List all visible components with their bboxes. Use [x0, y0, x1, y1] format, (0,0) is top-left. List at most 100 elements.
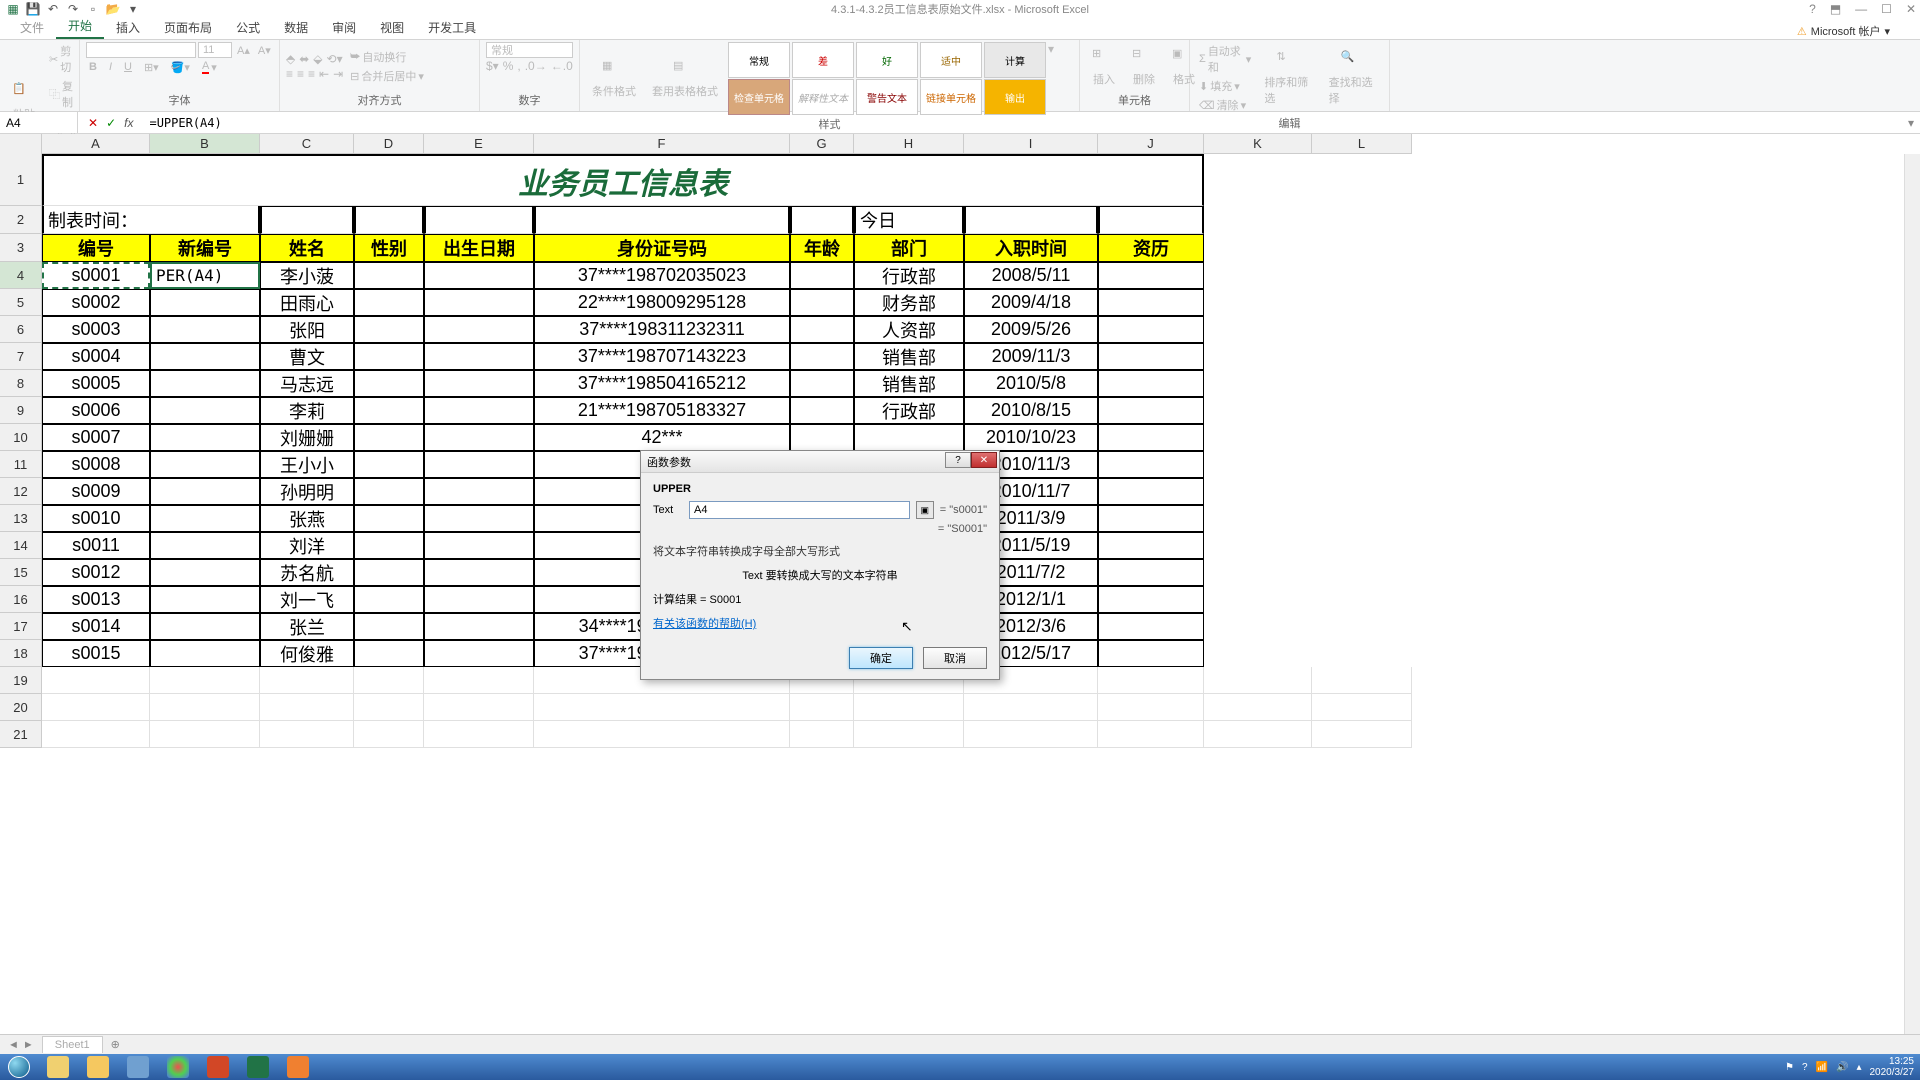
cell[interactable]: 李小菠 [260, 262, 354, 289]
cell[interactable]: 资历 [1098, 234, 1204, 262]
cell[interactable]: 2010/10/23 [964, 424, 1098, 451]
cancel-button[interactable]: 取消 [923, 647, 987, 669]
cell[interactable]: 销售部 [854, 370, 964, 397]
col-header-K[interactable]: K [1204, 134, 1312, 153]
cell[interactable] [260, 694, 354, 721]
taskbar-excel[interactable] [238, 1054, 278, 1080]
cell[interactable] [790, 370, 854, 397]
save-icon[interactable]: 💾 [24, 1, 42, 17]
cell[interactable] [424, 343, 534, 370]
cell[interactable]: 2009/4/18 [964, 289, 1098, 316]
style-normal[interactable]: 常规 [728, 42, 790, 78]
expand-formula-bar-icon[interactable]: ▾ [1902, 116, 1920, 130]
tab-file[interactable]: 文件 [8, 16, 56, 39]
cell[interactable] [424, 370, 534, 397]
cell[interactable] [1098, 613, 1204, 640]
dialog-titlebar[interactable]: 函数参数 ? ✕ [641, 451, 999, 473]
tray-more-icon[interactable]: ▴ [1856, 1062, 1861, 1073]
cell[interactable] [260, 206, 354, 234]
cell[interactable]: 年龄 [790, 234, 854, 262]
cell[interactable] [354, 640, 424, 667]
cell[interactable] [150, 721, 260, 748]
col-header-I[interactable]: I [964, 134, 1098, 153]
cell[interactable]: PER(A4) [150, 262, 260, 289]
cell[interactable]: 今日 [854, 206, 964, 234]
fill-button[interactable]: ⬇ 填充▾ [1196, 77, 1254, 95]
number-format-select[interactable] [486, 42, 573, 58]
cell[interactable] [1098, 289, 1204, 316]
collapse-dialog-icon[interactable]: ▣ [916, 501, 934, 519]
cell[interactable]: 入职时间 [964, 234, 1098, 262]
cell[interactable] [42, 721, 150, 748]
cell[interactable]: 曹文 [260, 343, 354, 370]
system-tray[interactable]: ⚑ ? 📶 🔊 ▴ 13:25 2020/3/27 [1785, 1056, 1914, 1078]
taskbar-app1[interactable] [118, 1054, 158, 1080]
cell[interactable]: 部门 [854, 234, 964, 262]
cell[interactable] [150, 451, 260, 478]
param-text-input[interactable] [689, 501, 910, 519]
cell[interactable] [354, 370, 424, 397]
cell[interactable] [790, 343, 854, 370]
cell[interactable] [354, 505, 424, 532]
cell[interactable] [354, 532, 424, 559]
col-header-H[interactable]: H [854, 134, 964, 153]
cell[interactable] [1098, 721, 1204, 748]
cell[interactable]: 出生日期 [424, 234, 534, 262]
cell[interactable]: s0006 [42, 397, 150, 424]
cell[interactable]: s0012 [42, 559, 150, 586]
ok-button[interactable]: 确定 [849, 647, 913, 669]
cell[interactable] [354, 343, 424, 370]
cell[interactable] [260, 667, 354, 694]
tab-layout[interactable]: 页面布局 [152, 16, 224, 39]
cell[interactable] [854, 694, 964, 721]
style-calc[interactable]: 计算 [984, 42, 1046, 78]
italic-button[interactable]: I [106, 59, 115, 75]
row-header-2[interactable]: 2 [0, 206, 42, 234]
row-header-21[interactable]: 21 [0, 721, 42, 748]
cut-button[interactable]: ✂剪切 [46, 42, 79, 76]
tab-developer[interactable]: 开发工具 [416, 16, 488, 39]
cell[interactable]: 42*** [534, 424, 790, 451]
dialog-close-button[interactable]: ✕ [971, 452, 997, 468]
cell[interactable] [1312, 694, 1412, 721]
row-header-6[interactable]: 6 [0, 316, 42, 343]
cell[interactable]: s0014 [42, 613, 150, 640]
cell[interactable] [150, 370, 260, 397]
cell[interactable]: s0008 [42, 451, 150, 478]
dialog-help-button[interactable]: ? [945, 452, 971, 468]
taskbar-folder[interactable] [78, 1054, 118, 1080]
close-icon[interactable]: ✕ [1906, 2, 1916, 16]
align-top-icon[interactable]: ⬘ [286, 52, 295, 66]
fill-color-button[interactable]: 🪣▾ [168, 59, 193, 75]
cell[interactable] [42, 694, 150, 721]
align-mid-icon[interactable]: ⬌ [299, 52, 309, 66]
cell[interactable]: s0013 [42, 586, 150, 613]
cell[interactable]: s0015 [42, 640, 150, 667]
row-header-19[interactable]: 19 [0, 667, 42, 694]
cell[interactable] [1098, 397, 1204, 424]
wrap-text-button[interactable]: ⮩ 自动换行 [347, 48, 427, 66]
cell[interactable] [534, 694, 790, 721]
currency-icon[interactable]: $▾ [486, 59, 499, 73]
cell[interactable] [354, 694, 424, 721]
cell[interactable]: 财务部 [854, 289, 964, 316]
cell[interactable] [1098, 694, 1204, 721]
cell[interactable] [424, 505, 534, 532]
font-name-select[interactable] [86, 42, 196, 58]
row-header-5[interactable]: 5 [0, 289, 42, 316]
row-header-10[interactable]: 10 [0, 424, 42, 451]
comma-icon[interactable]: , [517, 59, 520, 73]
vertical-scrollbar[interactable] [1904, 154, 1920, 1034]
taskbar-powerpoint[interactable] [198, 1054, 238, 1080]
col-header-L[interactable]: L [1312, 134, 1412, 153]
cell[interactable]: 制表时间： [42, 206, 260, 234]
cell[interactable] [424, 559, 534, 586]
style-explain[interactable]: 解释性文本 [792, 79, 854, 115]
tray-flag-icon[interactable]: ⚑ [1785, 1062, 1794, 1073]
cell[interactable] [424, 694, 534, 721]
cell[interactable] [354, 451, 424, 478]
tab-view[interactable]: 视图 [368, 16, 416, 39]
align-right-icon[interactable]: ≡ [308, 67, 315, 81]
autosum-button[interactable]: Σ 自动求和▾ [1196, 42, 1254, 76]
cell[interactable] [424, 451, 534, 478]
